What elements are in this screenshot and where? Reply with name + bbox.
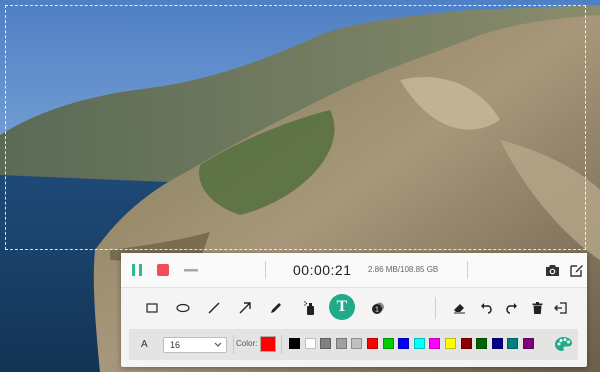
color-swatch[interactable] [460,338,472,349]
divider [281,335,282,354]
edit-button[interactable] [569,262,585,278]
trash-icon [532,302,542,314]
undo-button[interactable] [479,301,493,315]
divider [467,261,468,279]
step-number-tool[interactable]: 1 [370,300,386,316]
recording-controls-bar: 00:00:21 2.86 MB/108.85 GB [121,253,587,288]
divider [435,297,436,319]
current-color-swatch[interactable] [260,336,276,352]
text-properties-bar: A 16 Color: [129,329,578,360]
color-swatch[interactable] [289,338,300,349]
redo-icon [506,303,517,314]
spray-tool[interactable] [303,300,317,316]
pencil-tool[interactable] [269,301,283,315]
color-swatch[interactable] [382,338,394,349]
font-size-value: 16 [170,340,181,350]
file-size-readout: 2.86 MB/108.85 GB [368,265,439,274]
pause-button[interactable] [129,262,145,278]
recording-timer: 00:00:21 [293,262,352,278]
pencil-icon [271,303,281,313]
recording-toolbar: 00:00:21 2.86 MB/108.85 GB T 1 A 16 Colo… [121,253,587,367]
edit-icon [570,265,583,277]
text-tool-icon: T [336,298,348,315]
stop-button[interactable] [155,262,171,278]
line-tool[interactable] [207,301,221,315]
custom-color-button[interactable] [553,335,573,353]
screenshot-button[interactable] [544,262,560,278]
svg-text:1: 1 [375,307,379,314]
pause-icon [132,264,142,276]
color-swatch[interactable] [320,338,332,349]
color-swatch[interactable] [507,338,519,349]
text-tool[interactable]: T [329,294,355,320]
rectangle-tool[interactable] [145,301,159,315]
minimize-button[interactable] [183,262,199,278]
spray-icon [304,301,314,315]
exit-icon [553,302,567,314]
line-icon [208,302,220,314]
step-number-icon: 1 [372,302,384,314]
chevron-down-icon [214,338,222,356]
drawing-tools-row: T 1 [121,287,587,329]
divider [265,261,266,279]
divider [233,335,234,354]
color-swatch[interactable] [445,338,456,349]
exit-drawing-button[interactable] [553,301,567,315]
palette-icon [554,337,572,351]
color-swatch[interactable] [523,338,534,349]
text-style-letter: A [141,339,148,350]
undo-icon [481,303,492,314]
capture-region-outline[interactable] [5,5,586,250]
color-swatch[interactable] [398,338,410,349]
delete-button[interactable] [530,301,544,315]
color-label: Color: [236,339,258,348]
minimize-icon [184,269,198,272]
arrow-tool[interactable] [238,301,252,315]
color-swatch[interactable] [367,338,378,349]
color-swatch[interactable] [413,338,425,349]
rectangle-icon [146,303,158,313]
color-swatch[interactable] [429,338,441,349]
color-swatch[interactable] [476,338,488,349]
eraser-icon [453,304,465,314]
camera-icon [545,264,559,276]
ellipse-icon [176,303,190,313]
color-swatch[interactable] [335,338,347,349]
eraser-tool[interactable] [452,301,466,315]
color-swatch[interactable] [491,338,503,349]
redo-button[interactable] [505,301,519,315]
arrow-icon [239,302,251,314]
color-swatch[interactable] [351,338,363,349]
stop-icon [157,264,169,276]
color-swatch[interactable] [304,338,316,349]
font-size-select[interactable]: 16 [163,337,227,353]
ellipse-tool[interactable] [175,301,191,315]
